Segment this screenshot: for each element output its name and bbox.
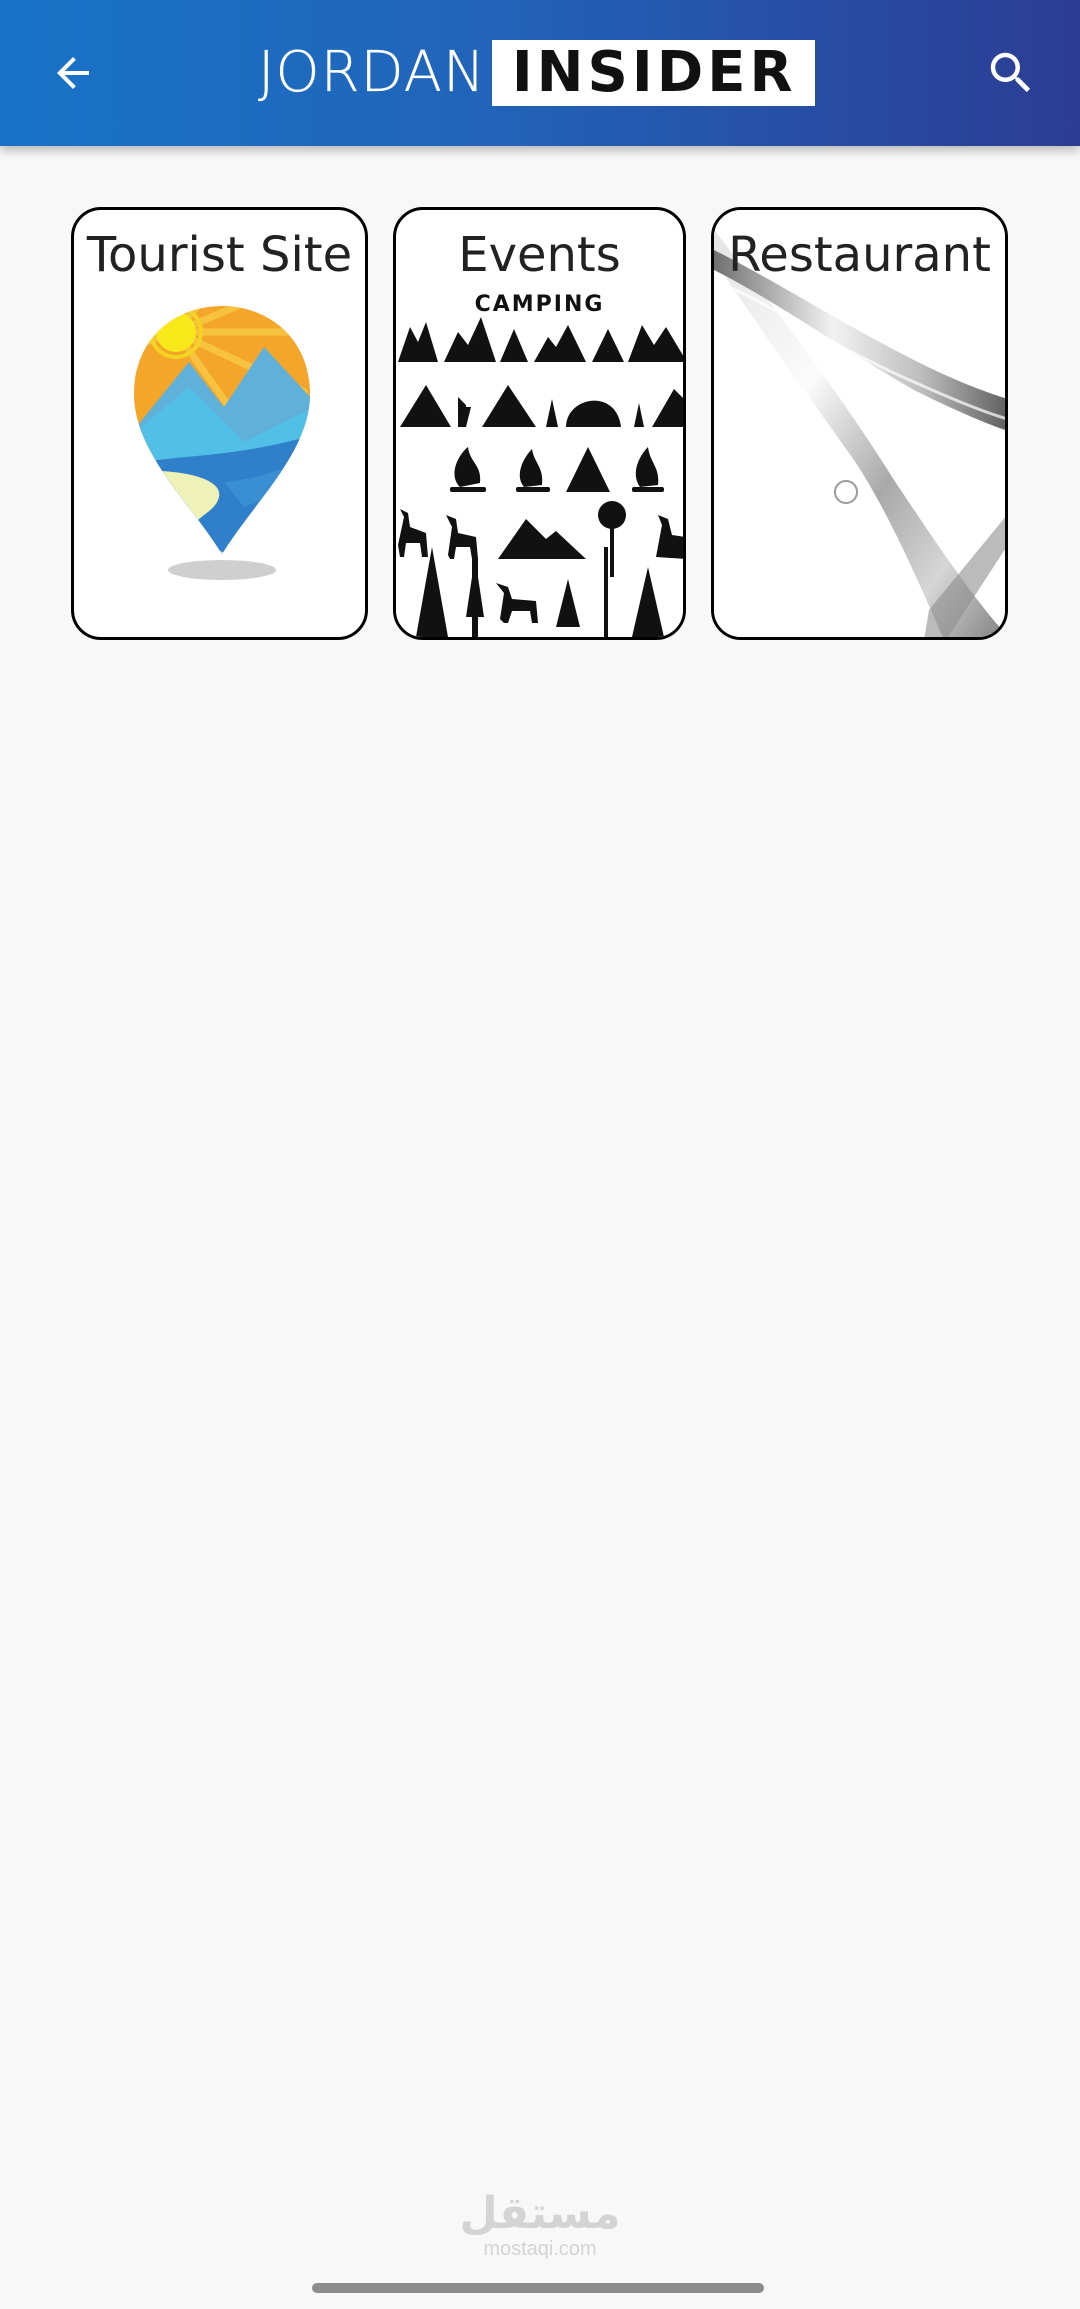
logo-jordan-text: JORDAN xyxy=(258,40,486,105)
home-indicator-bar[interactable] xyxy=(312,2283,764,2293)
search-icon xyxy=(990,52,1031,93)
search-button[interactable] xyxy=(975,37,1047,109)
map-pin-landscape-icon xyxy=(134,306,310,580)
watermark-arabic-text: مستقل xyxy=(459,2188,621,2239)
camping-image-caption: CAMPING xyxy=(474,292,605,317)
category-title: Events xyxy=(458,227,621,283)
back-button[interactable] xyxy=(37,37,109,109)
arrow-back-icon xyxy=(57,57,89,89)
app-logo: JORDAN INSIDER xyxy=(258,40,815,106)
watermark-domain-text: mostaqi.com xyxy=(483,2238,597,2260)
category-card-events[interactable]: Events CAMPING xyxy=(393,207,686,640)
category-card-restaurant[interactable]: Restaurant xyxy=(711,207,1008,640)
watermark: مستقل mostaqi.com xyxy=(0,2188,1080,2261)
app-bar: JORDAN INSIDER xyxy=(0,0,1080,146)
category-title: Restaurant xyxy=(728,227,991,283)
category-card-tourist-site[interactable]: Tourist Site xyxy=(71,207,368,640)
camping-silhouettes-image xyxy=(396,287,683,637)
logo-insider-text: INSIDER xyxy=(491,40,815,106)
category-title: Tourist Site xyxy=(86,227,353,283)
